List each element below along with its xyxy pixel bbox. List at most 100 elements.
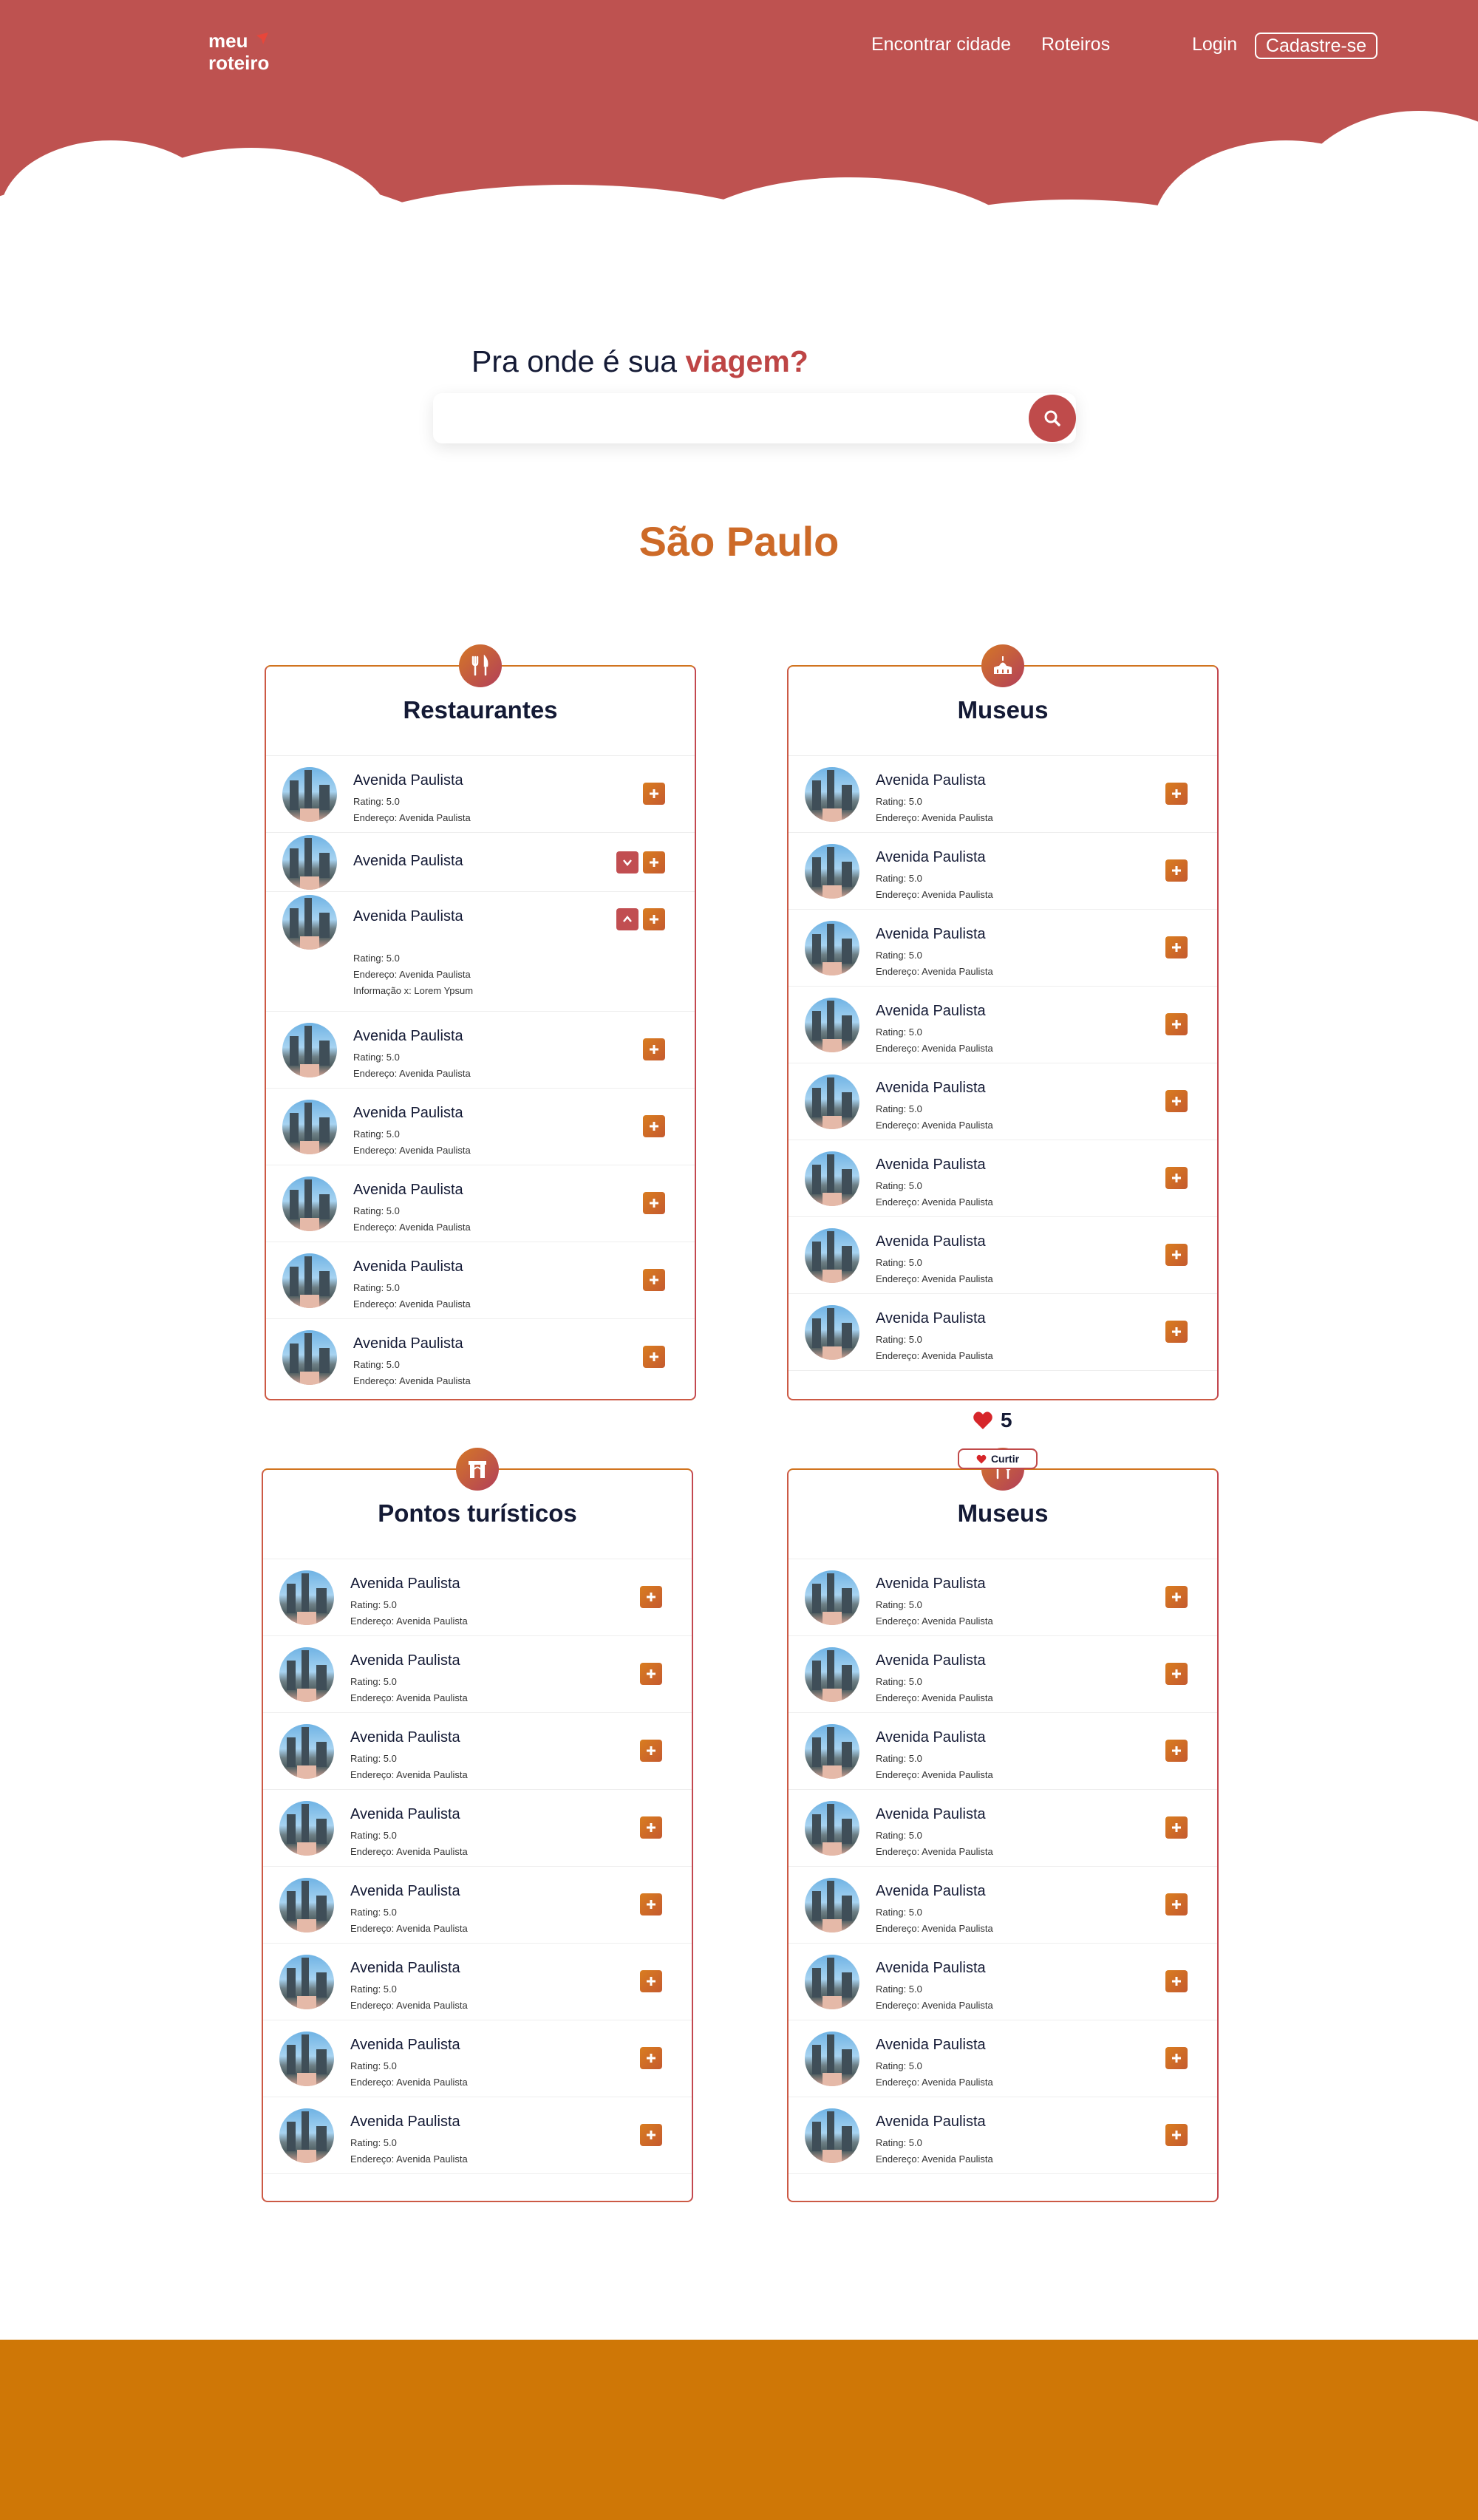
- plus-icon: [1172, 1593, 1181, 1601]
- add-to-itinerary-button[interactable]: [1165, 1893, 1188, 1915]
- add-to-itinerary-button[interactable]: [1165, 1740, 1188, 1762]
- add-to-itinerary-button[interactable]: [643, 783, 665, 805]
- place-name: Avenida Paulista: [350, 2114, 460, 2130]
- place-thumbnail: [805, 1151, 859, 1206]
- place-rating: Rating: 5.0: [876, 2137, 922, 2148]
- add-to-itinerary-button[interactable]: [1165, 859, 1188, 882]
- add-to-itinerary-button[interactable]: [640, 2124, 662, 2146]
- place-thumbnail: [282, 1253, 337, 1308]
- place-list: Avenida Paulista Rating: 5.0 Endereço: Ave…: [263, 1559, 692, 2174]
- add-to-itinerary-button[interactable]: [1165, 2124, 1188, 2146]
- place-item: Avenida Paulista Rating: 5.0 Endereço: Ave…: [263, 1713, 692, 1790]
- place-address: Endereço: Avenida Paulista: [350, 2077, 468, 2088]
- add-to-itinerary-button[interactable]: [640, 1663, 662, 1685]
- collapse-button[interactable]: [616, 908, 638, 930]
- place-name: Avenida Paulista: [350, 2037, 460, 2053]
- login-link[interactable]: Login: [1192, 34, 1237, 55]
- fork-knife-icon: [471, 655, 488, 676]
- place-rating: Rating: 5.0: [876, 1983, 922, 1995]
- place-item: Avenida Paulista Rating: 5.0 Endereço: Ave…: [263, 2097, 692, 2174]
- place-address: Endereço: Avenida Paulista: [350, 1923, 468, 1934]
- place-name: Avenida Paulista: [876, 1576, 986, 1592]
- place-list: Avenida Paulista Rating: 5.0 Endereço: Ave…: [789, 1559, 1217, 2174]
- add-to-itinerary-button[interactable]: [1165, 1321, 1188, 1343]
- add-to-itinerary-button[interactable]: [643, 1269, 665, 1291]
- add-to-itinerary-button[interactable]: [1165, 1013, 1188, 1035]
- card-icon-badge: [456, 1448, 499, 1491]
- add-to-itinerary-button[interactable]: [1165, 1167, 1188, 1189]
- place-item: Avenida Paulista Rating: 5.0 Endereço: Ave…: [789, 1217, 1217, 1294]
- add-to-itinerary-button[interactable]: [643, 1192, 665, 1214]
- add-to-itinerary-button[interactable]: [640, 1970, 662, 1992]
- place-item: Avenida Paulista Rating: 5.0 Endereço: Ave…: [789, 833, 1217, 910]
- place-thumbnail: [805, 1724, 859, 1779]
- place-thumbnail: [805, 2032, 859, 2086]
- plus-icon: [1172, 1900, 1181, 1909]
- plus-icon: [1172, 1020, 1181, 1029]
- add-to-itinerary-button[interactable]: [1165, 1663, 1188, 1685]
- add-to-itinerary-button[interactable]: [643, 1115, 665, 1137]
- place-thumbnail: [805, 1955, 859, 2009]
- place-item: Avenida Paulista Rating: 5.0 Endereço: Ave…: [789, 2097, 1217, 2174]
- add-to-itinerary-button[interactable]: [643, 851, 665, 874]
- add-to-itinerary-button[interactable]: [643, 1038, 665, 1060]
- add-to-itinerary-button[interactable]: [1165, 1586, 1188, 1608]
- place-info: Informação x: Lorem Ypsum: [353, 985, 474, 996]
- plus-icon: [1172, 1250, 1181, 1259]
- place-thumbnail: [805, 767, 859, 822]
- add-to-itinerary-button[interactable]: [1165, 1090, 1188, 1112]
- place-item: Avenida Paulista Rating: 5.0 Endereço: A…: [266, 1319, 695, 1396]
- place-address: Endereço: Avenida Paulista: [876, 2000, 993, 2011]
- place-address: Endereço: Avenida Paulista: [353, 1145, 471, 1156]
- nav-link-encontrar-cidade[interactable]: Encontrar cidade: [871, 34, 1011, 55]
- place-thumbnail: [279, 1955, 334, 2009]
- place-name: Avenida Paulista: [876, 1080, 986, 1096]
- add-to-itinerary-button[interactable]: [643, 1346, 665, 1368]
- card-title: Restaurantes: [403, 696, 558, 723]
- place-name: Avenida Paulista: [350, 1652, 460, 1669]
- add-to-itinerary-button[interactable]: [643, 908, 665, 930]
- plus-icon: [1172, 1977, 1181, 1986]
- place-item-collapsed: Avenida Paulista: [266, 833, 695, 892]
- add-to-itinerary-button[interactable]: [640, 2047, 662, 2069]
- place-item: Avenida Paulista Rating: 5.0 Endereço: Ave…: [789, 2020, 1217, 2097]
- search-button[interactable]: [1029, 395, 1076, 442]
- place-rating: Rating: 5.0: [353, 1359, 400, 1370]
- arch-icon: [469, 1461, 486, 1478]
- place-list: Avenida Paulista Rating: 5.0 Endereço: Ave…: [789, 756, 1217, 1371]
- search-heading: Pra onde é sua viagem?: [471, 344, 808, 379]
- place-rating: Rating: 5.0: [876, 1753, 922, 1764]
- like-button-label: Curtir: [990, 1453, 1020, 1465]
- place-name: Avenida Paulista: [350, 1960, 460, 1976]
- place-name: Avenida Paulista: [350, 1729, 460, 1746]
- add-to-itinerary-button[interactable]: [640, 1586, 662, 1608]
- logo[interactable]: meu roteiro: [208, 30, 269, 74]
- add-to-itinerary-button[interactable]: [1165, 2047, 1188, 2069]
- add-to-itinerary-button[interactable]: [640, 1893, 662, 1915]
- signup-button[interactable]: Cadastre-se: [1255, 33, 1377, 59]
- add-to-itinerary-button[interactable]: [1165, 1970, 1188, 1992]
- expand-button[interactable]: [616, 851, 638, 874]
- place-name: Avenida Paulista: [353, 1335, 463, 1352]
- plus-icon: [1172, 1327, 1181, 1336]
- add-to-itinerary-button[interactable]: [1165, 1816, 1188, 1839]
- place-rating: Rating: 5.0: [876, 1599, 922, 1610]
- place-rating: Rating: 5.0: [353, 953, 400, 964]
- add-to-itinerary-button[interactable]: [1165, 783, 1188, 805]
- nav-link-roteiros[interactable]: Roteiros: [1041, 34, 1110, 55]
- place-name: Avenida Paulista: [353, 1105, 463, 1121]
- place-name: Avenida Paulista: [876, 1310, 986, 1327]
- museum-icon: [994, 656, 1012, 674]
- search-input[interactable]: [448, 403, 1012, 435]
- card-icon-badge: [981, 644, 1024, 687]
- like-button[interactable]: Curtir: [958, 1448, 1038, 1469]
- place-address: Endereço: Avenida Paulista: [876, 1120, 993, 1131]
- category-card-museus-2: Museus Avenida Paulista Rating: 5.0 Endere…: [787, 1448, 1219, 2202]
- add-to-itinerary-button[interactable]: [1165, 1244, 1188, 1266]
- plus-icon: [1172, 1746, 1181, 1755]
- add-to-itinerary-button[interactable]: [1165, 936, 1188, 958]
- place-rating: Rating: 5.0: [876, 1026, 922, 1038]
- add-to-itinerary-button[interactable]: [640, 1740, 662, 1762]
- plus-icon: [650, 1276, 658, 1284]
- add-to-itinerary-button[interactable]: [640, 1816, 662, 1839]
